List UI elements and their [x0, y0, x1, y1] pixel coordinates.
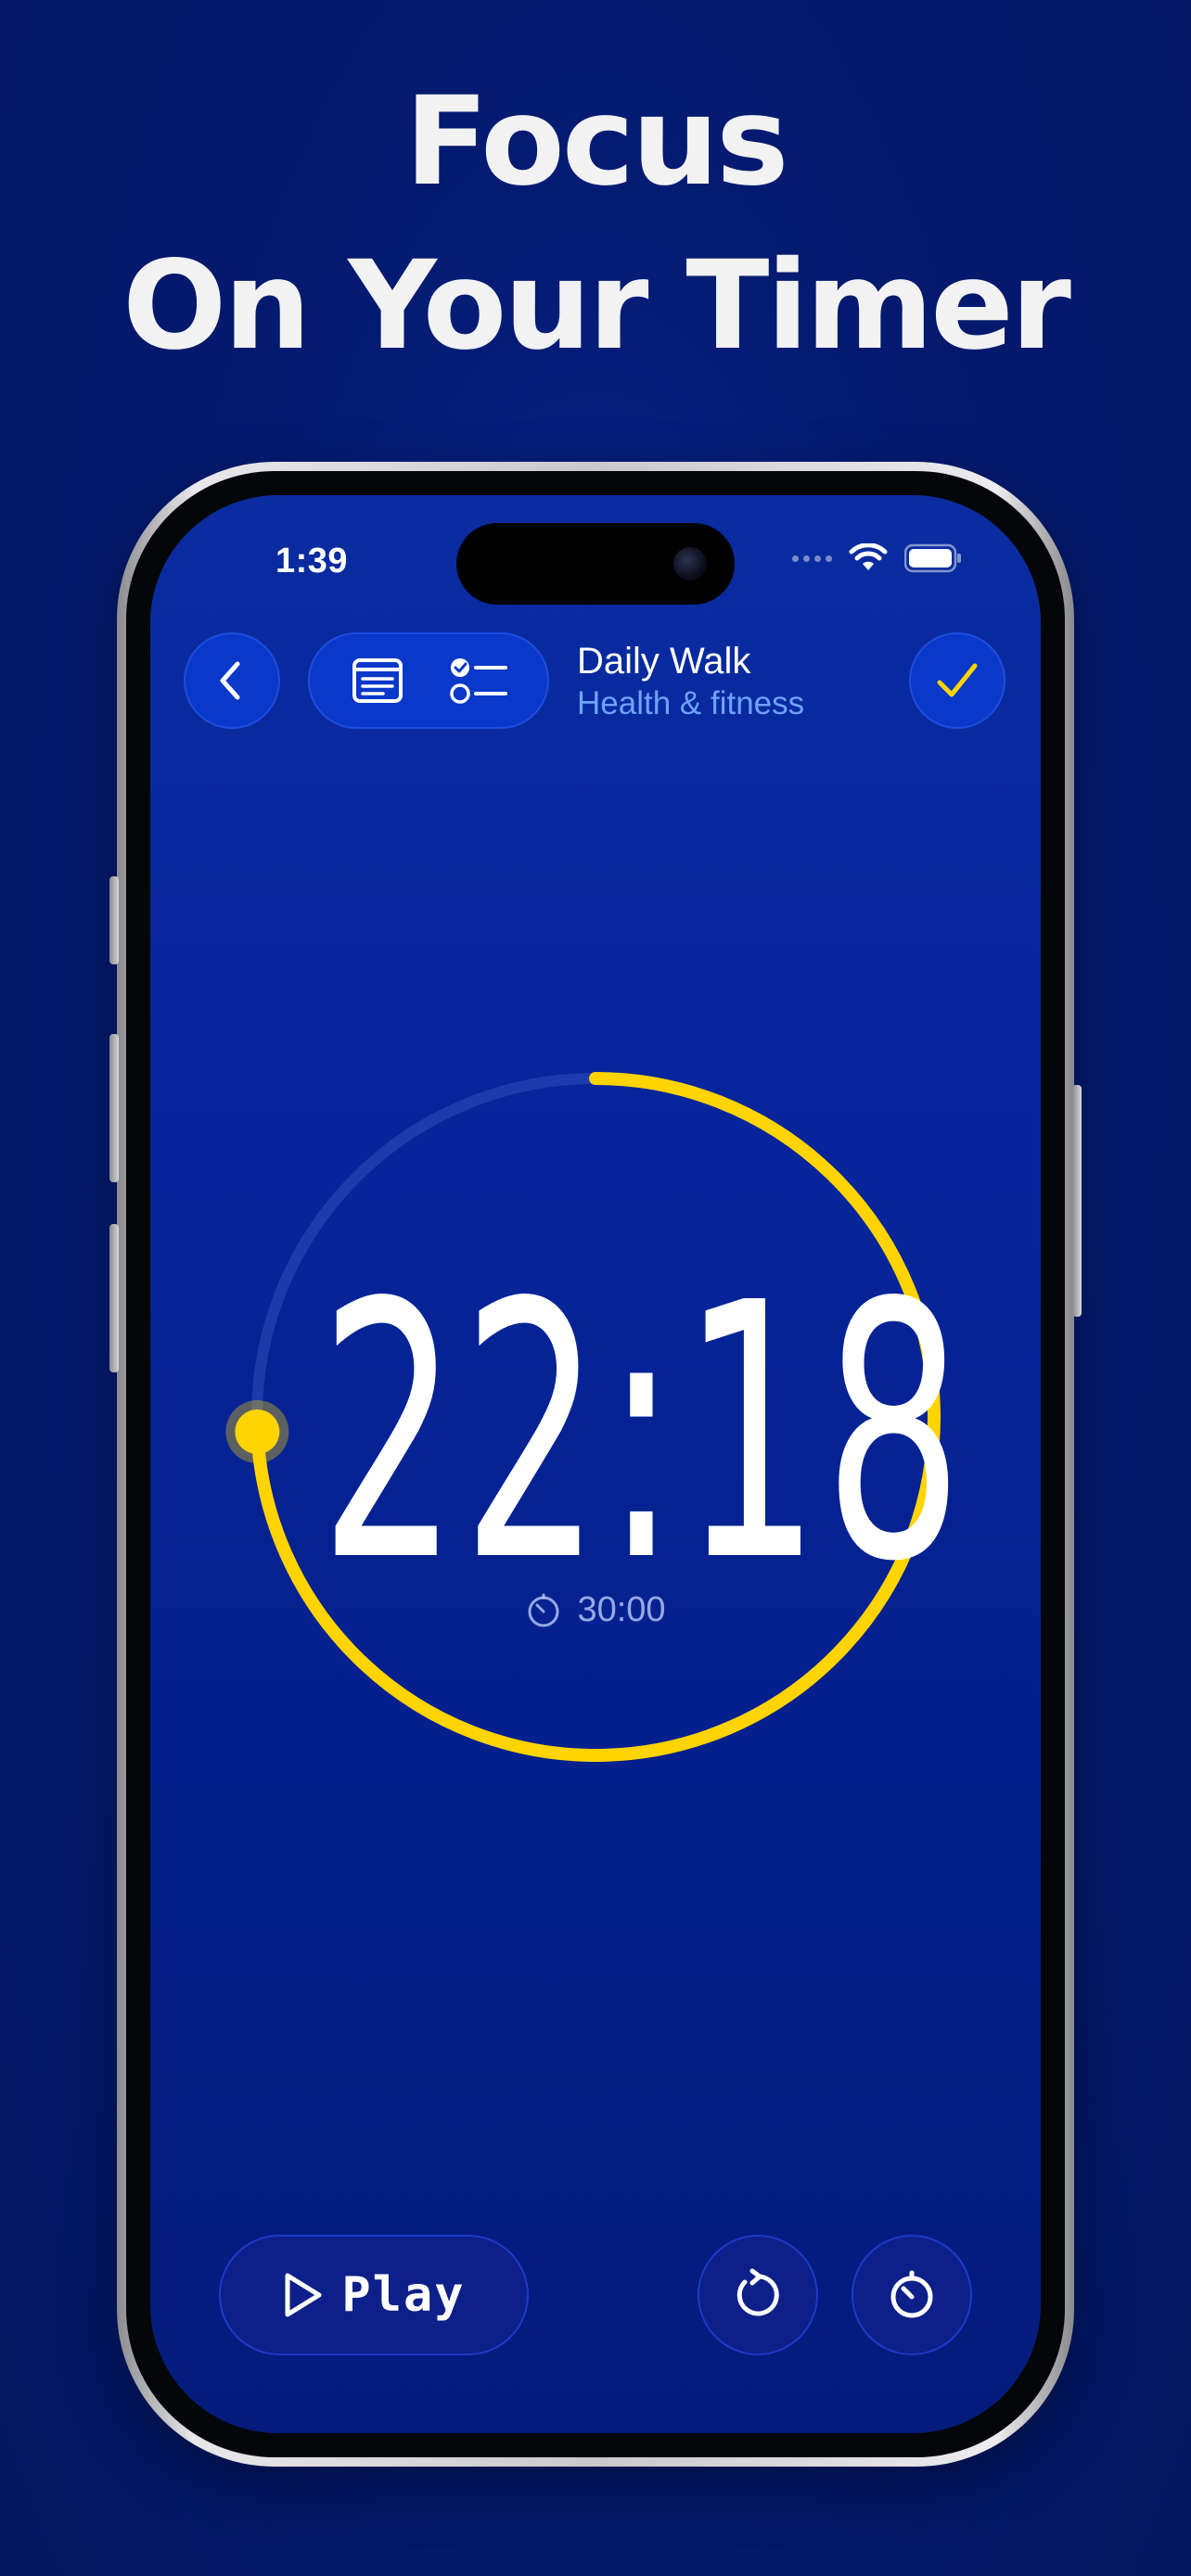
reset-button[interactable] [698, 2235, 818, 2355]
total-duration: 30:00 [150, 1590, 1041, 1630]
timer-icon [890, 2270, 933, 2318]
time-remaining: 22:18 [319, 1228, 967, 1639]
timer-drag-handle[interactable] [235, 1409, 280, 1455]
headline-line-1: Focus [404, 70, 788, 213]
power-button [1072, 1085, 1082, 1317]
timer-settings-button[interactable] [852, 2235, 972, 2355]
play-label: Play [341, 2267, 466, 2323]
headline-line-2: On Your Timer [122, 235, 1071, 377]
silent-switch [109, 876, 119, 964]
volume-up-button [109, 1034, 119, 1182]
play-button[interactable]: Play [219, 2235, 529, 2355]
total-duration-value: 30:00 [577, 1590, 666, 1629]
reset-icon [736, 2268, 779, 2316]
volume-down-button [109, 1224, 119, 1372]
app-screen: 1:39 Daily Walk Health & fitness 22:18 3… [150, 495, 1041, 2433]
play-icon [285, 2273, 322, 2317]
stopwatch-icon [528, 1593, 559, 1626]
